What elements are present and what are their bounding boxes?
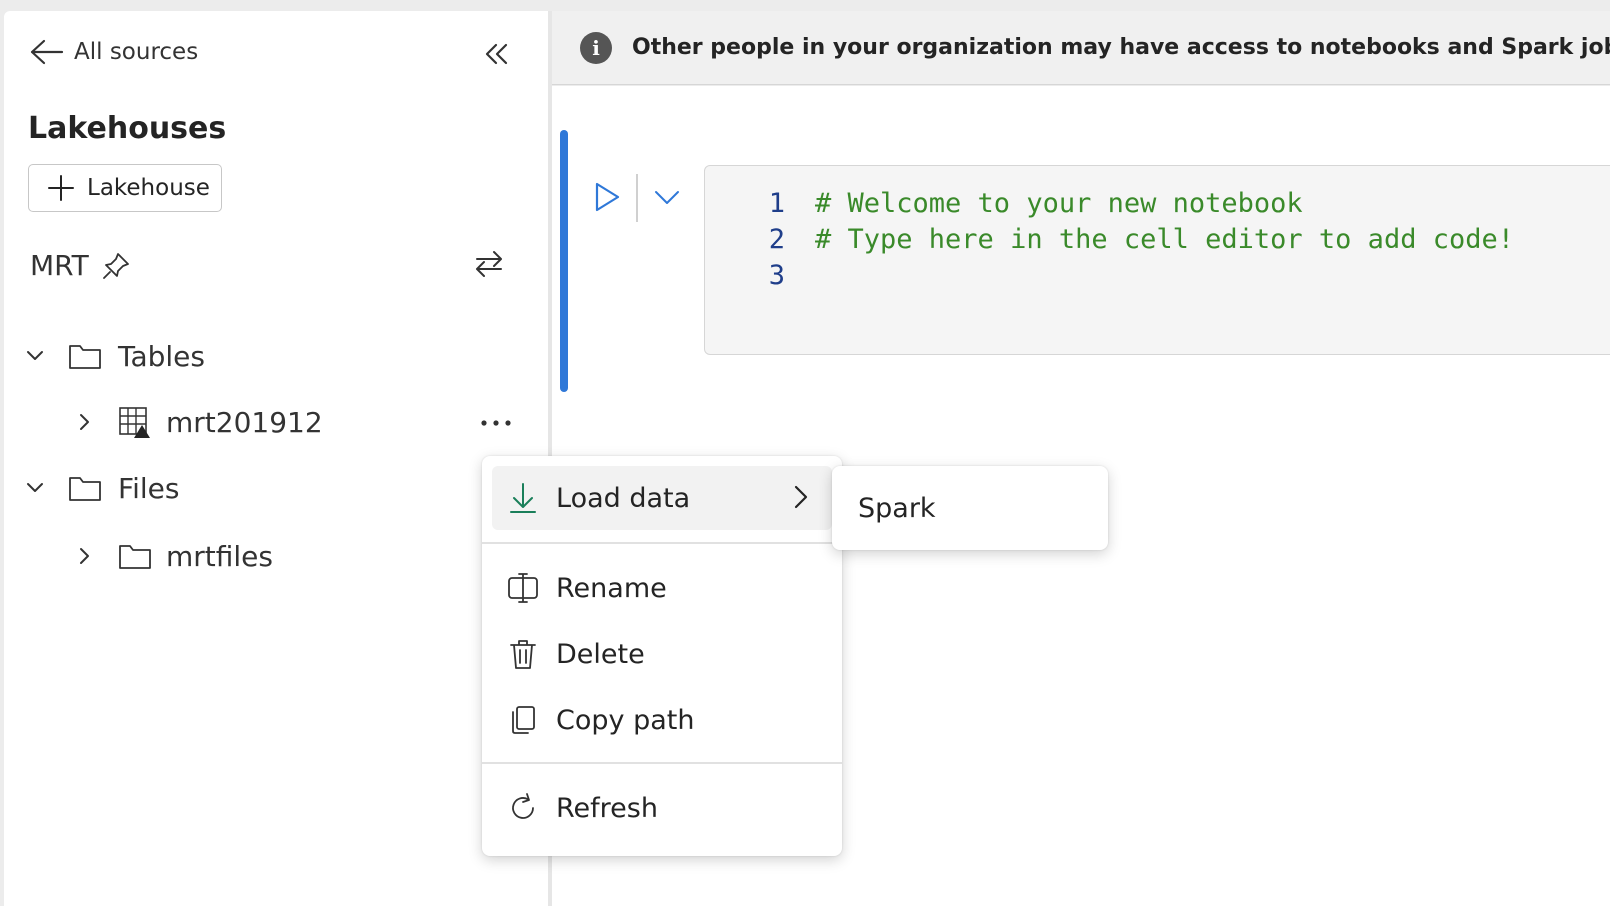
tree-item-folder[interactable]: mrtfiles bbox=[74, 533, 273, 579]
active-cell-indicator bbox=[560, 130, 568, 392]
submenu-item-label: Spark bbox=[858, 492, 936, 524]
tree-item-tables[interactable]: Tables bbox=[24, 333, 205, 379]
context-menu: Load data Rename Delete Copy path Refres… bbox=[482, 456, 842, 856]
menu-item-label: Rename bbox=[556, 572, 667, 604]
tree-item-table[interactable]: mrt201912 bbox=[74, 399, 323, 445]
menu-item-label: Delete bbox=[556, 638, 645, 670]
table-name: mrt201912 bbox=[166, 405, 323, 439]
menu-item-delete[interactable]: Delete bbox=[492, 622, 832, 686]
trash-icon bbox=[510, 640, 536, 669]
menu-item-label: Copy path bbox=[556, 704, 695, 736]
menu-item-refresh[interactable]: Refresh bbox=[492, 776, 832, 840]
arrow-left-icon bbox=[30, 39, 64, 65]
code-text: # Welcome to your new notebook bbox=[815, 188, 1303, 219]
all-sources-link[interactable]: All sources bbox=[28, 37, 198, 67]
menu-separator bbox=[482, 762, 842, 764]
tree-item-files[interactable]: Files bbox=[24, 465, 179, 511]
switch-lakehouse-icon[interactable] bbox=[472, 247, 506, 281]
files-label: Files bbox=[118, 471, 180, 505]
run-cell-icon[interactable] bbox=[592, 180, 622, 214]
folder-icon bbox=[119, 545, 151, 569]
more-options-icon[interactable] bbox=[476, 413, 516, 433]
chevron-down-icon[interactable] bbox=[652, 182, 682, 212]
banner-message: Other people in your organization may ha… bbox=[632, 35, 1610, 60]
code-line: 3 bbox=[745, 260, 785, 291]
download-icon bbox=[510, 483, 536, 513]
menu-item-load-data[interactable]: Load data bbox=[492, 466, 832, 530]
line-number: 3 bbox=[768, 260, 785, 291]
code-cell-editor[interactable]: 1 # Welcome to your new notebook 2 # Typ… bbox=[704, 165, 1610, 355]
lakehouse-name: MRT bbox=[30, 249, 89, 282]
collapse-panel-icon[interactable] bbox=[480, 37, 514, 71]
refresh-icon bbox=[512, 793, 534, 819]
folder-icon bbox=[69, 345, 101, 369]
notebook-window: All sources Lakehouses Lakehouse MRT Tab… bbox=[0, 0, 1610, 906]
folder-name: mrtfiles bbox=[166, 539, 273, 573]
all-sources-label: All sources bbox=[74, 39, 199, 65]
code-line: 1 # Welcome to your new notebook bbox=[745, 188, 1303, 219]
rename-icon bbox=[508, 573, 538, 603]
chevron-right-icon[interactable] bbox=[74, 411, 96, 433]
code-line: 2 # Type here in the cell editor to add … bbox=[745, 224, 1514, 255]
chevron-down-icon[interactable] bbox=[24, 477, 46, 499]
run-separator bbox=[636, 174, 638, 222]
chevron-right-icon bbox=[794, 485, 808, 509]
menu-item-label: Refresh bbox=[556, 792, 658, 824]
lakehouses-title: Lakehouses bbox=[28, 111, 227, 146]
menu-separator bbox=[482, 542, 842, 544]
tables-label: Tables bbox=[118, 339, 205, 373]
chevron-down-icon[interactable] bbox=[24, 345, 46, 367]
table-icon bbox=[119, 407, 150, 438]
info-banner: i Other people in your organization may … bbox=[552, 11, 1610, 85]
submenu-item-spark[interactable]: Spark bbox=[832, 466, 1108, 550]
menu-item-rename[interactable]: Rename bbox=[492, 556, 832, 620]
add-lakehouse-button[interactable]: Lakehouse bbox=[28, 164, 222, 212]
line-number: 2 bbox=[768, 224, 785, 255]
add-lakehouse-label: Lakehouse bbox=[87, 175, 210, 201]
explorer-panel: All sources Lakehouses Lakehouse MRT Tab… bbox=[4, 11, 550, 906]
line-number: 1 bbox=[768, 188, 785, 219]
info-icon: i bbox=[580, 31, 612, 64]
copy-icon bbox=[512, 706, 535, 734]
menu-item-label: Load data bbox=[556, 482, 691, 514]
folder-icon bbox=[69, 477, 101, 501]
pin-icon[interactable] bbox=[101, 251, 131, 281]
plus-icon bbox=[48, 175, 74, 201]
code-text: # Type here in the cell editor to add co… bbox=[815, 224, 1514, 255]
lakehouse-header: MRT bbox=[30, 249, 131, 282]
menu-item-copy-path[interactable]: Copy path bbox=[492, 688, 832, 752]
chevron-right-icon[interactable] bbox=[74, 545, 96, 567]
